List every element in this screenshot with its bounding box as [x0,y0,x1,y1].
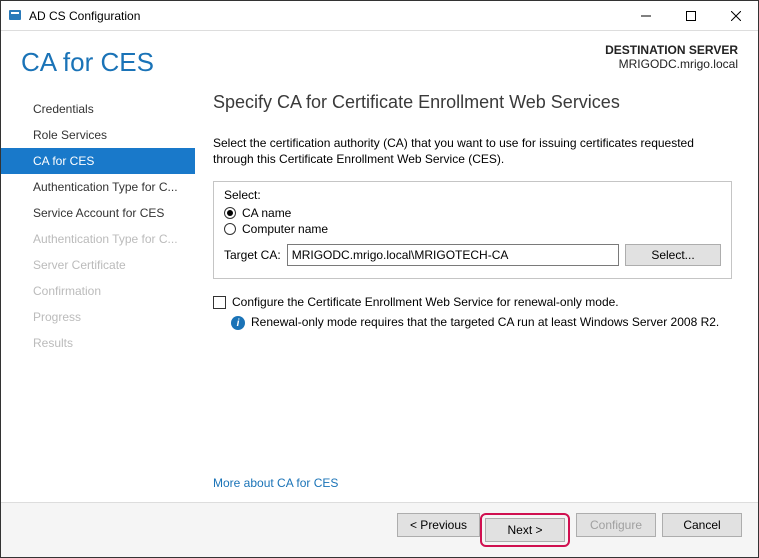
radio-ca-name[interactable] [224,207,236,219]
sidebar: Credentials Role Services CA for CES Aut… [1,90,195,502]
renewal-only-checkbox[interactable] [213,296,226,309]
footer: < Previous Next > Configure Cancel [1,502,758,557]
radio-computer-name-label: Computer name [242,222,328,236]
close-button[interactable] [713,1,758,30]
renewal-only-label: Configure the Certificate Enrollment Web… [232,295,619,309]
main-heading: Specify CA for Certificate Enrollment We… [213,92,732,113]
main-description: Select the certification authority (CA) … [213,135,732,167]
destination-server: MRIGODC.mrigo.local [605,57,738,71]
sidebar-item-auth-type-ces[interactable]: Authentication Type for C... [1,174,195,200]
destination-label: DESTINATION SERVER [605,43,738,57]
maximize-button[interactable] [668,1,713,30]
body-area: Credentials Role Services CA for CES Aut… [1,90,758,502]
sidebar-item-auth-type-2: Authentication Type for C... [1,226,195,252]
renewal-only-row[interactable]: Configure the Certificate Enrollment Web… [213,295,732,309]
target-ca-label: Target CA: [224,248,281,262]
target-ca-row: Target CA: Select... [224,244,721,266]
window-controls [623,1,758,30]
target-ca-input[interactable] [287,244,619,266]
renewal-info-row: i Renewal-only mode requires that the ta… [213,315,732,330]
renewal-info-text: Renewal-only mode requires that the targ… [251,315,719,329]
window-title: AD CS Configuration [29,9,623,23]
sidebar-item-confirmation: Confirmation [1,278,195,304]
sidebar-item-ca-for-ces[interactable]: CA for CES [1,148,195,174]
select-ca-button[interactable]: Select... [625,244,721,266]
info-icon: i [231,316,245,330]
previous-button[interactable]: < Previous [397,513,480,537]
nav-button-pair: < Previous Next > [397,513,570,547]
radio-computer-name-row[interactable]: Computer name [224,222,721,236]
configure-button: Configure [576,513,656,537]
sidebar-item-progress: Progress [1,304,195,330]
next-button[interactable]: Next > [485,518,565,542]
sidebar-item-results: Results [1,330,195,356]
radio-ca-name-row[interactable]: CA name [224,206,721,220]
minimize-button[interactable] [623,1,668,30]
next-button-highlight: Next > [480,513,570,547]
app-icon [7,8,23,24]
page-title: CA for CES [21,39,605,78]
sidebar-item-role-services[interactable]: Role Services [1,122,195,148]
destination-block: DESTINATION SERVER MRIGODC.mrigo.local [605,39,738,71]
sidebar-item-server-certificate: Server Certificate [1,252,195,278]
sidebar-item-service-account[interactable]: Service Account for CES [1,200,195,226]
header-area: CA for CES DESTINATION SERVER MRIGODC.mr… [1,31,758,90]
main-panel: Specify CA for Certificate Enrollment We… [195,90,758,502]
radio-ca-name-label: CA name [242,206,291,220]
radio-computer-name[interactable] [224,223,236,235]
titlebar: AD CS Configuration [1,1,758,31]
more-about-link[interactable]: More about CA for CES [213,476,732,490]
sidebar-item-credentials[interactable]: Credentials [1,96,195,122]
select-group-label: Select: [224,188,721,202]
cancel-button[interactable]: Cancel [662,513,742,537]
select-group: Select: CA name Computer name Target CA:… [213,181,732,279]
